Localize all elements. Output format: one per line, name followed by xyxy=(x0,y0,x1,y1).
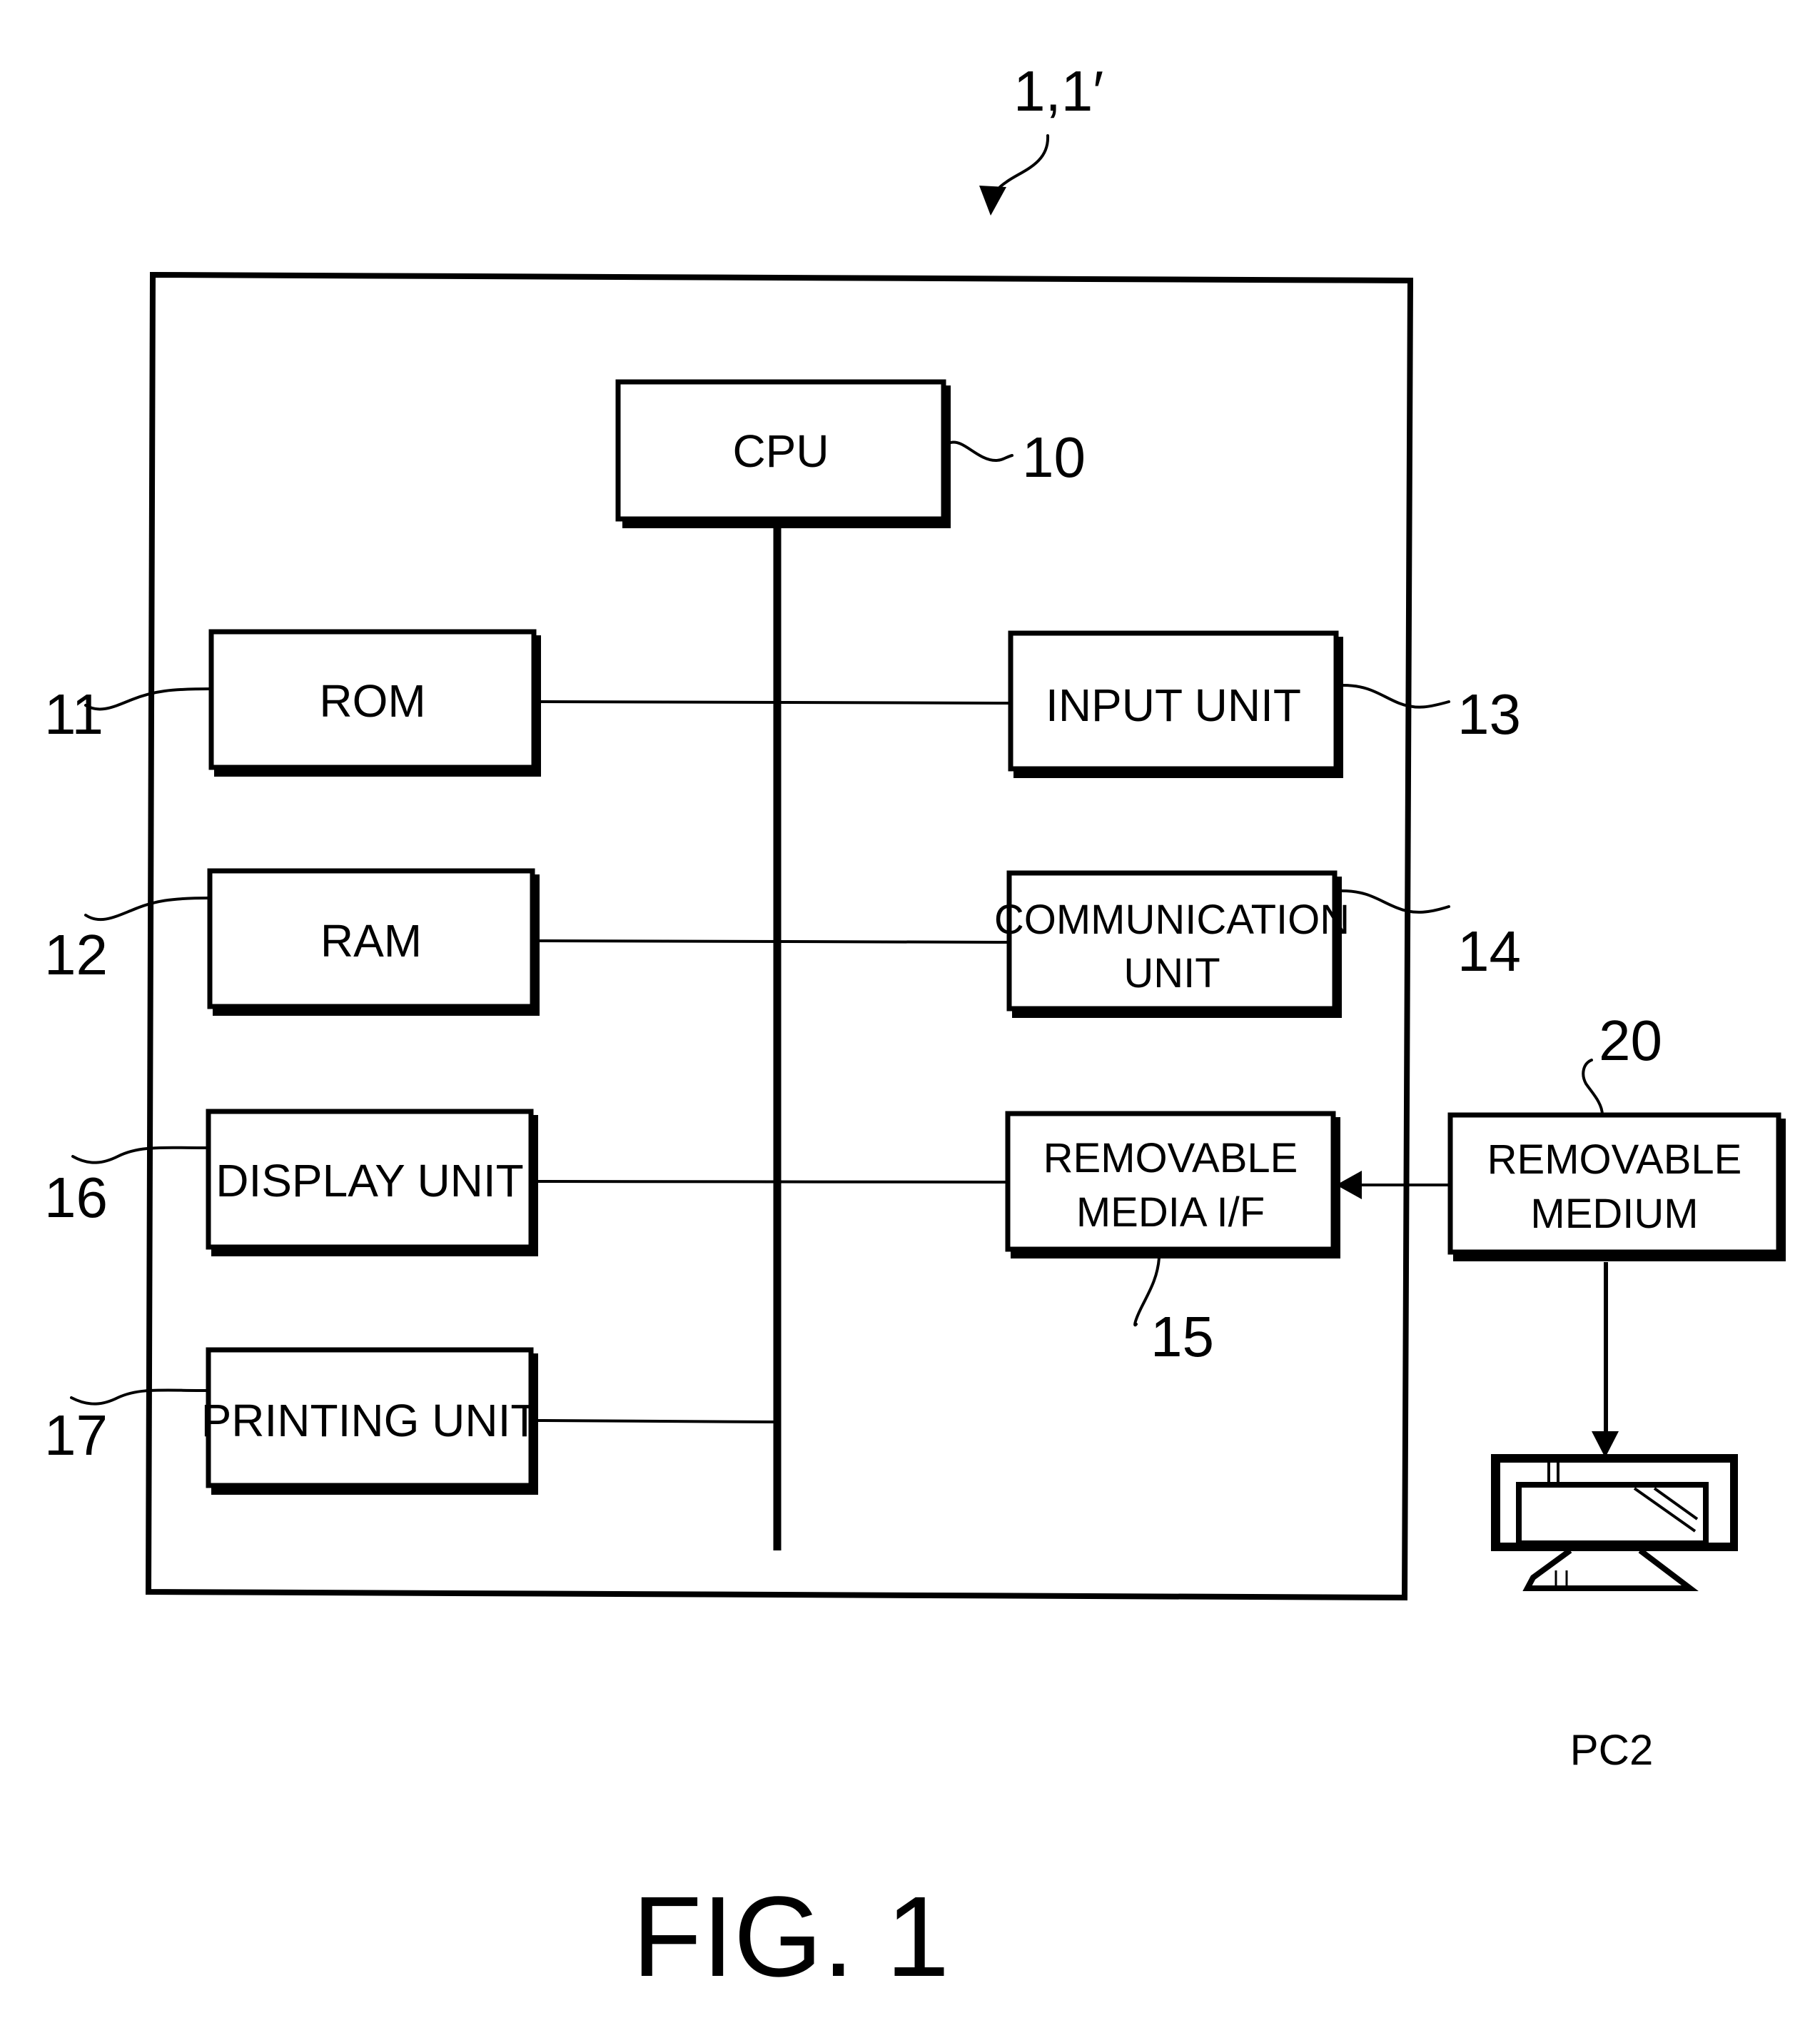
ram-ref: 12 xyxy=(44,923,108,987)
rom-label: ROM xyxy=(319,675,425,727)
printing-unit-ref-leader xyxy=(70,1388,210,1406)
figure-caption: FIG. 1 xyxy=(632,1872,950,2000)
removable-media-if-ref: 15 xyxy=(1151,1305,1214,1368)
input-unit-label: INPUT UNIT xyxy=(1046,680,1301,731)
removable-media-if-label-line2: MEDIA I/F xyxy=(1076,1189,1265,1236)
display-unit-ref: 16 xyxy=(44,1166,108,1229)
display-media-bus-wire xyxy=(537,1180,1008,1184)
device-reference-label: 1,1′ xyxy=(1013,59,1103,123)
cpu-label: CPU xyxy=(732,425,829,477)
communication-unit-ref: 14 xyxy=(1457,919,1521,983)
removable-media-if-label-line1: REMOVABLE xyxy=(1043,1135,1298,1181)
rom-block[interactable]: ROM xyxy=(208,629,541,777)
removable-medium-ref: 20 xyxy=(1599,1009,1662,1072)
removable-medium-block[interactable]: REMOVABLE MEDIUM xyxy=(1447,1112,1786,1261)
ram-ref-leader xyxy=(84,897,211,922)
communication-unit-label-line2: UNIT xyxy=(1123,950,1220,997)
ram-comm-bus-wire xyxy=(539,939,1010,944)
printing-unit-block[interactable]: PRINTING UNIT xyxy=(201,1347,539,1495)
ram-label: RAM xyxy=(320,915,422,967)
removable-medium-label-line1: REMOVABLE xyxy=(1487,1136,1742,1183)
printing-unit-label: PRINTING UNIT xyxy=(201,1395,539,1446)
cpu-block[interactable]: CPU xyxy=(615,379,951,528)
rom-ref: 11 xyxy=(44,682,103,746)
rom-ref-leader xyxy=(84,687,213,711)
communication-unit-block[interactable]: COMMUNICATION UNIT xyxy=(994,870,1350,1018)
removable-medium-label-line2: MEDIUM xyxy=(1530,1191,1698,1237)
communication-unit-ref-leader xyxy=(1340,889,1450,914)
display-unit-label: DISPLAY UNIT xyxy=(216,1155,524,1206)
cpu-ref: 10 xyxy=(1022,425,1086,489)
computer-monitor-icon xyxy=(1491,1454,1738,1591)
communication-unit-label-line1: COMMUNICATION xyxy=(994,897,1350,943)
rom-input-bus-wire xyxy=(540,700,1011,705)
display-unit-block[interactable]: DISPLAY UNIT xyxy=(206,1109,538,1256)
input-unit-block[interactable]: INPUT UNIT xyxy=(1008,630,1343,778)
cpu-ref-leader xyxy=(949,440,1013,463)
pc-label: PC2 xyxy=(1570,1726,1654,1774)
ram-block[interactable]: RAM xyxy=(207,868,540,1016)
arrowhead-icon xyxy=(979,186,1006,216)
arrowhead-down-icon xyxy=(1592,1431,1619,1458)
removable-media-if-block[interactable]: REMOVABLE MEDIA I/F xyxy=(1005,1111,1340,1258)
input-unit-ref: 13 xyxy=(1457,682,1521,746)
input-unit-ref-leader xyxy=(1342,684,1450,709)
printing-bus-wire xyxy=(537,1419,778,1423)
display-unit-ref-leader xyxy=(71,1146,210,1164)
block-diagram: 1,1′ CPU 10 ROM 11 RAM 12 DISPLAY UNIT 1… xyxy=(44,59,1786,2000)
printing-unit-ref: 17 xyxy=(44,1403,108,1467)
